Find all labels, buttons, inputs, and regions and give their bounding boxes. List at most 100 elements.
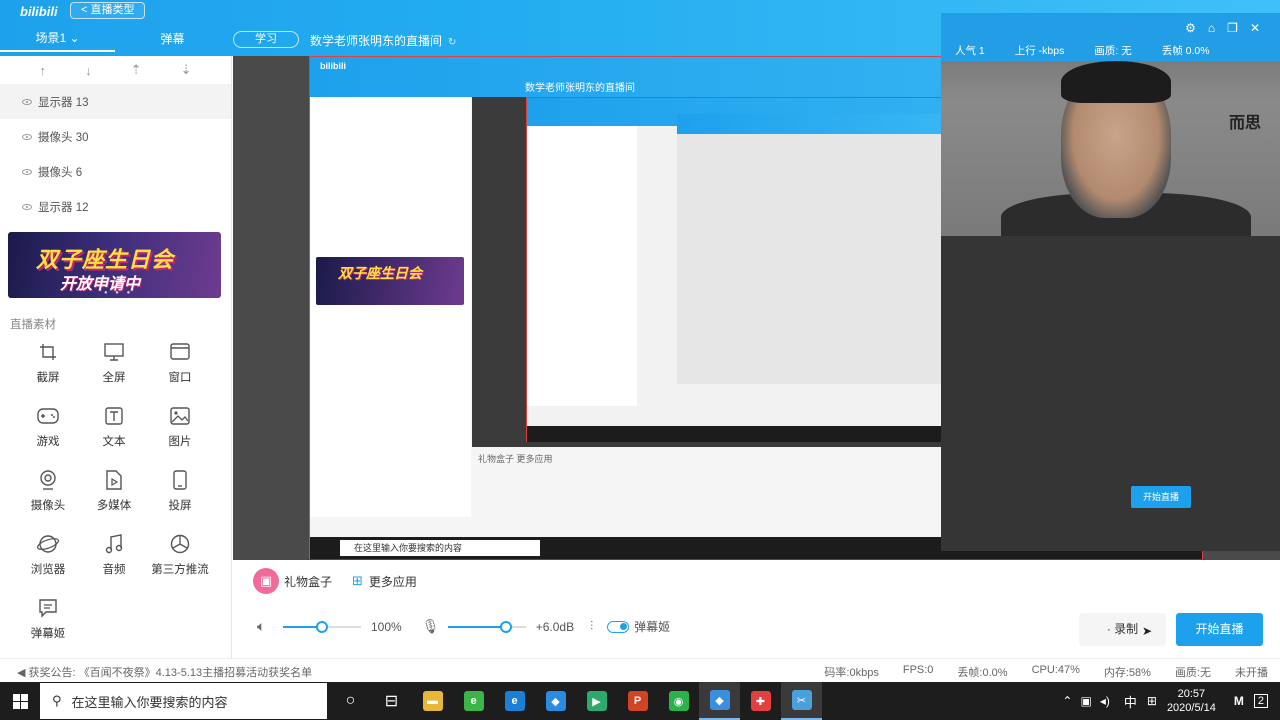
source-panel: ↑ ↓ ⇡ ⇣ 显示器 13 摄像头 30 摄像头 6 显示器 12 双子座生日… (0, 56, 232, 658)
taskbar-app-play[interactable]: ▶ (576, 682, 617, 720)
material-label: 窗口 (168, 372, 192, 384)
taskbar-app-edge[interactable]: e (494, 682, 535, 720)
webcam-controls: ⚙ ⌂ ❐ ✕ (1185, 21, 1260, 35)
source-item[interactable]: 摄像头 6 (0, 154, 231, 189)
material-media[interactable]: 多媒体 (81, 469, 147, 513)
taskbar-app-snip[interactable]: ✂ (781, 682, 822, 720)
material-label: 文本 (102, 436, 126, 448)
room-title[interactable]: 数学老师张明东的直播间 ↻ (310, 32, 456, 49)
speaker-icon[interactable]: 🔈︎ (257, 618, 273, 635)
mic-knob[interactable] (500, 620, 513, 633)
source-item[interactable]: 显示器 12 (0, 189, 231, 224)
taskbar-app-paint[interactable]: ✚ (740, 682, 781, 720)
material-webcam[interactable]: 摄像头 (15, 469, 81, 513)
more-apps-label[interactable]: 更多应用 (369, 573, 417, 590)
taskbar-app-file-explorer[interactable]: ▬ (412, 682, 453, 720)
meeting-app-icon[interactable]: M (1234, 694, 1244, 708)
volume-icon[interactable]: ◂) (1100, 694, 1110, 708)
move-bottom-icon[interactable]: ⇣ (181, 62, 192, 78)
webcam-overlay[interactable]: 而思 ⚙ ⌂ ❐ ✕ 人气 1 上行 -kbps 画质: 无 丢帧 0.0% (941, 13, 1280, 236)
volume-value: 100% (371, 619, 402, 634)
material-image[interactable]: 图片 (147, 405, 213, 449)
taskbar-app-feishu[interactable]: ◆ (535, 682, 576, 720)
notification-badge[interactable]: 2 (1253, 694, 1268, 708)
popout-icon[interactable]: ❐ (1227, 21, 1238, 35)
paint-icon: ✚ (750, 691, 771, 711)
material-game[interactable]: 游戏 (15, 405, 81, 449)
webcam-icon (37, 469, 59, 491)
taskbar-app-wechat[interactable]: ◉ (658, 682, 699, 720)
clock[interactable]: 20:57 2020/5/14 (1167, 687, 1216, 715)
materials-grid: 截屏 全屏 窗口 游戏 文本 图片 摄像头 多媒体 投屏 浏览器 音频 第三方推… (15, 341, 215, 641)
mic-slider[interactable] (447, 620, 526, 633)
taskbar-app-cortana[interactable]: ○ (330, 682, 371, 720)
record-button[interactable]: · 录制 (1079, 613, 1166, 646)
volume-knob[interactable] (316, 620, 328, 633)
source-item[interactable]: 显示器 13 (0, 84, 231, 119)
windows-start-button[interactable] (0, 682, 40, 720)
promo-banner[interactable]: 双子座生日会 开放申请中 ● ● ● (8, 232, 221, 298)
eye-icon[interactable] (22, 168, 32, 175)
danmu-toggle[interactable] (607, 620, 630, 633)
mic-gain-value: +6.0dB (535, 619, 575, 634)
eye-icon[interactable] (22, 203, 32, 210)
microphone-icon[interactable]: 🎙︎ (422, 618, 440, 635)
taskbar-app-task-view[interactable]: ⊟ (371, 682, 412, 720)
refresh-icon[interactable]: ↻ (448, 37, 456, 48)
source-item[interactable]: 摄像头 30 (0, 119, 231, 154)
system-tray: ⌃ ▣ ◂) 中 ⊞ 20:57 2020/5/14 M 2 (1062, 682, 1280, 720)
material-label: 摄像头 (30, 500, 66, 512)
start-live-button[interactable]: 开始直播 (1176, 613, 1263, 646)
live-type-button[interactable]: < 直播类型 (70, 2, 146, 19)
material-browser[interactable]: 浏览器 (15, 533, 81, 577)
material-fullscreen[interactable]: 全屏 (81, 341, 147, 385)
ime-indicator[interactable]: 中 (1124, 692, 1137, 711)
windows-logo-icon (12, 693, 28, 709)
move-up-icon[interactable]: ↑ (40, 63, 47, 78)
taskbar-app-powerpoint[interactable]: P (617, 682, 658, 720)
announcement[interactable]: ◀ 获奖公告: 《百闻不夜祭》4.13-5.13主播招募活动获奖名单 (17, 664, 312, 680)
browser-icon (37, 533, 59, 555)
ime-mode-icon[interactable]: ⊞ (1147, 694, 1157, 708)
gift-box-label[interactable]: 礼物盒子 (284, 573, 332, 590)
move-down-icon[interactable]: ↓ (85, 63, 92, 78)
close-icon[interactable]: ✕ (1250, 21, 1260, 35)
material-text[interactable]: 文本 (81, 405, 147, 449)
nested-top-bar-3 (677, 114, 967, 134)
stream-icon (169, 533, 191, 555)
volume-slider[interactable] (283, 620, 361, 633)
network-icon[interactable]: ▣ (1080, 694, 1091, 708)
equalizer-icon[interactable]: ⫶ (590, 619, 593, 634)
material-danmu-ji[interactable]: 弹幕姬 (15, 597, 81, 641)
nested-banner-text: 双子座生日会 (338, 265, 422, 281)
tab-scene-label: 场景1 (35, 31, 67, 45)
gift-icon[interactable]: ▣ (253, 568, 279, 594)
mouse-cursor-icon: ➤ (1142, 624, 1153, 638)
chevron-up-icon[interactable]: ⌃ (1062, 694, 1072, 708)
lock-icon[interactable]: ⌂ (1208, 21, 1215, 35)
category-tag[interactable]: 学习 (233, 31, 299, 48)
tab-danmu[interactable]: 弹幕 (115, 26, 230, 52)
apps-grid-icon[interactable]: ⊞ (352, 573, 363, 589)
mic-fill (447, 625, 507, 628)
taskbar-app-bilibili-live[interactable]: ◆ (699, 682, 740, 720)
source-label: 摄像头 6 (38, 166, 83, 179)
eye-icon[interactable] (22, 133, 32, 140)
upload-stat: 上行 -kbps (1014, 45, 1065, 57)
taskbar-app-360-browser[interactable]: e (453, 682, 494, 720)
material-audio[interactable]: 音频 (81, 533, 147, 577)
material-third-party-stream[interactable]: 第三方推流 (147, 533, 213, 577)
material-crop[interactable]: 截屏 (15, 341, 81, 385)
tab-scene[interactable]: 场景1 ⌄ (0, 26, 115, 52)
taskbar-search[interactable]: ⚲ 在这里输入你要搜索的内容 (40, 683, 327, 719)
crop-icon (37, 341, 59, 363)
source-label: 显示器 12 (38, 201, 89, 214)
gear-icon[interactable]: ⚙ (1185, 21, 1196, 35)
material-cast[interactable]: 投屏 (147, 469, 213, 513)
clock-date: 2020/5/14 (1166, 702, 1216, 714)
eye-icon[interactable] (22, 98, 32, 105)
material-window[interactable]: 窗口 (147, 341, 213, 385)
material-label: 投屏 (168, 500, 192, 512)
nested-start-button: 开始直播 (1131, 486, 1191, 508)
move-top-icon[interactable]: ⇡ (131, 62, 142, 78)
